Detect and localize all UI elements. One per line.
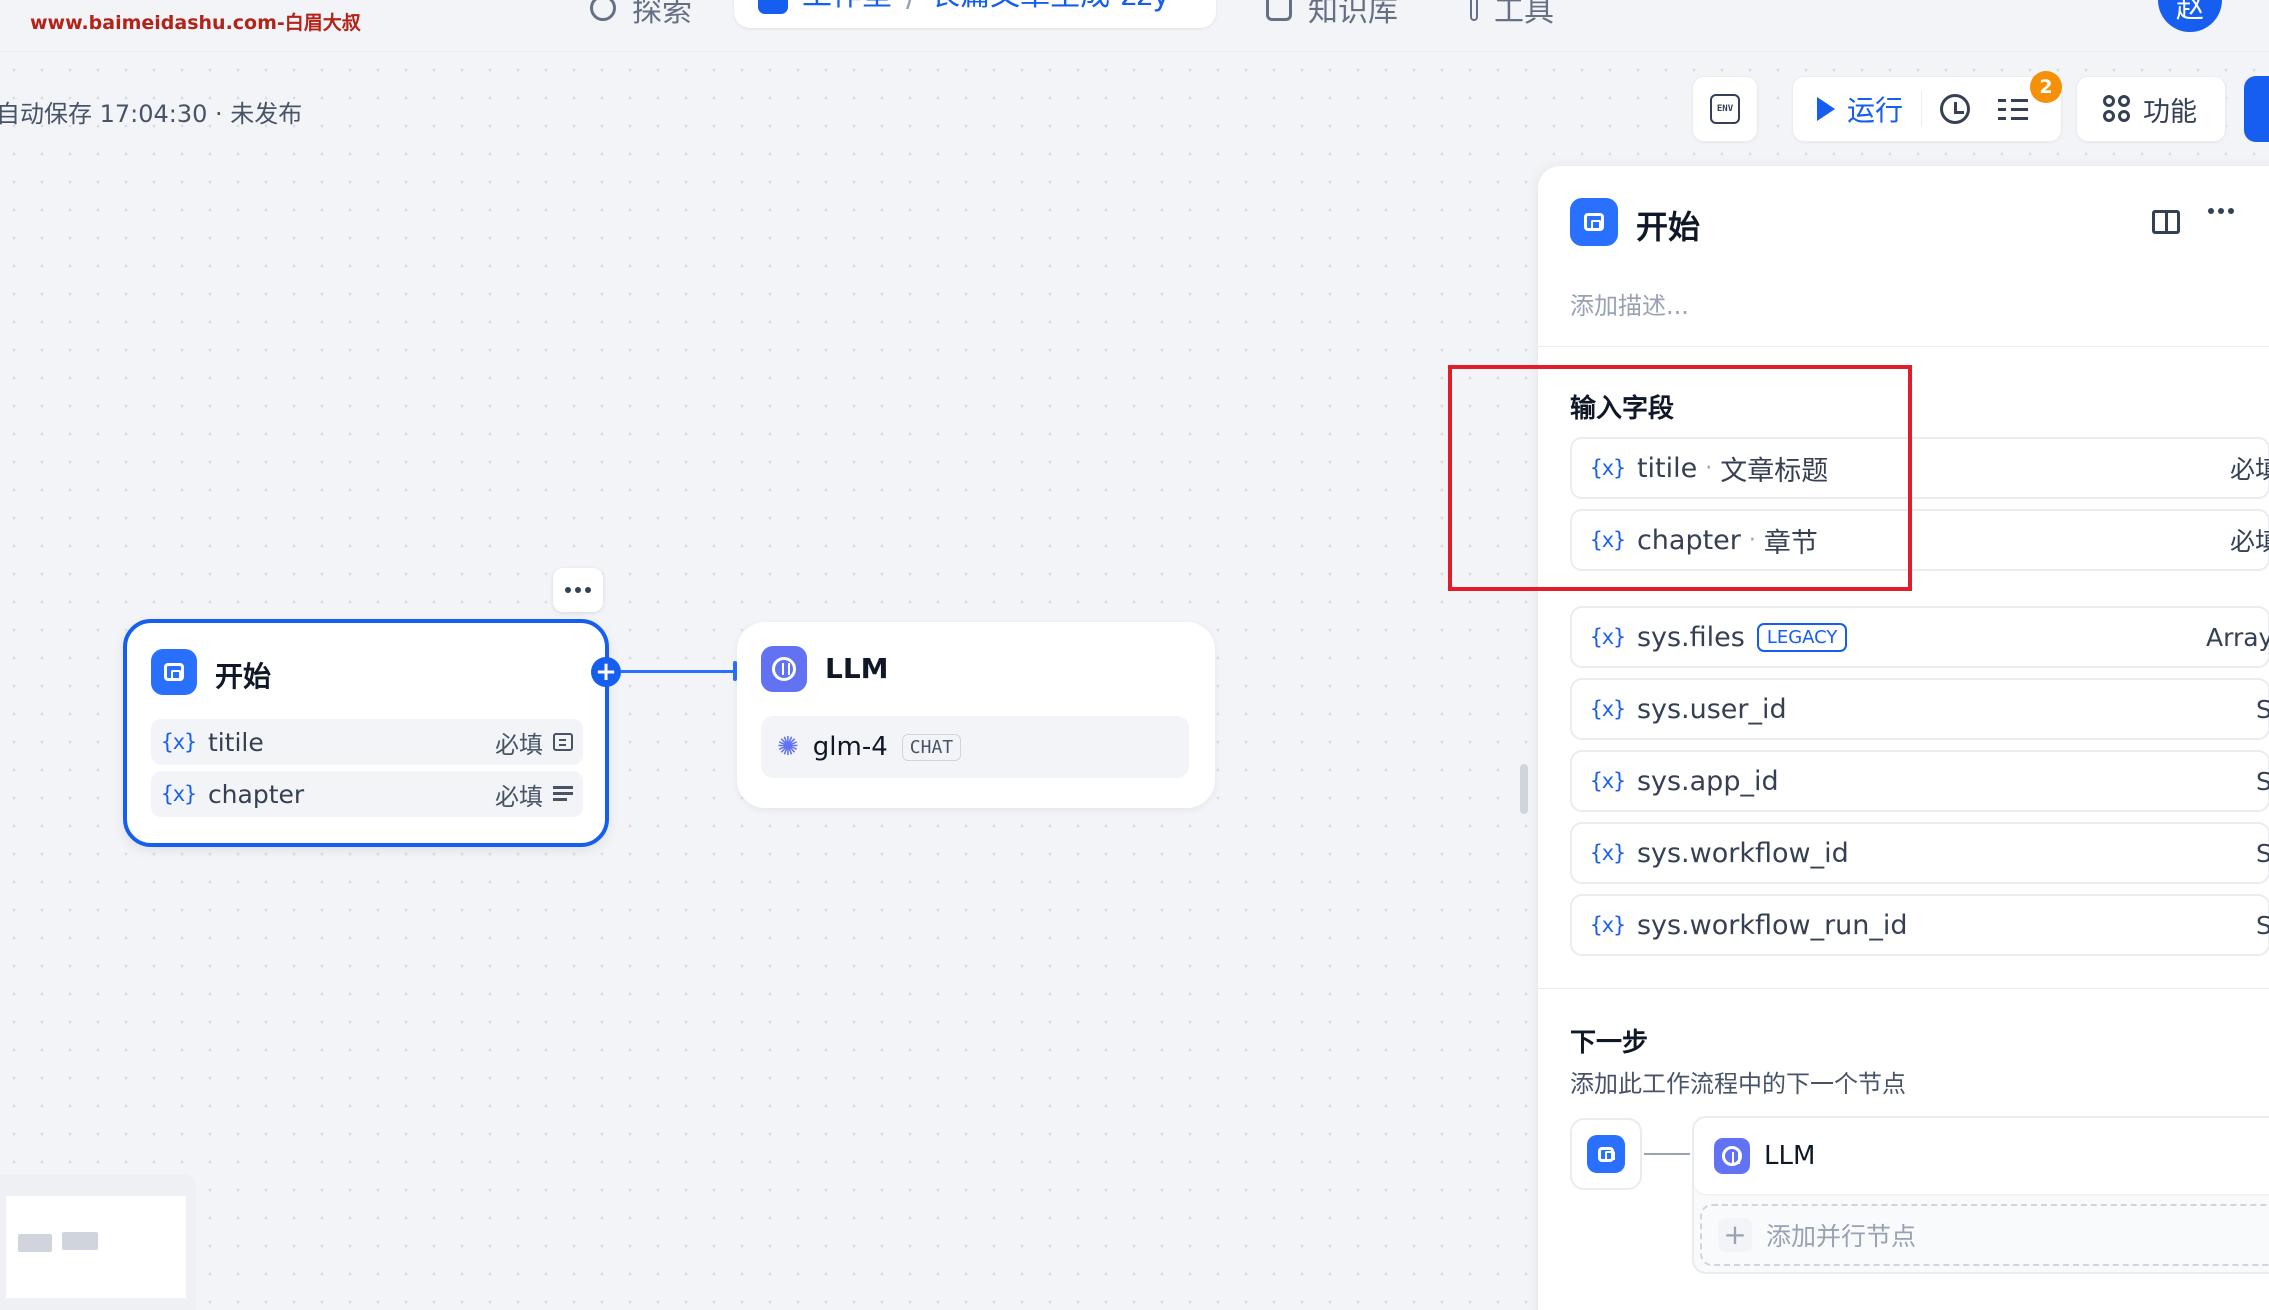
book-stack-icon: [1266, 0, 1292, 21]
nav-explore[interactable]: 探索: [590, 0, 692, 30]
play-icon: [1817, 97, 1835, 121]
nav-tools[interactable]: 工具: [1470, 0, 1554, 30]
required-label: 必填: [2230, 455, 2269, 484]
divider: [1538, 346, 2269, 347]
next-step-connector: [1644, 1153, 1690, 1155]
nav-studio-label: 工作室: [802, 0, 892, 14]
plus-icon: +: [1718, 1218, 1752, 1252]
var-type: String: [2256, 838, 2269, 868]
help-book-icon[interactable]: [2152, 210, 2180, 234]
minimap-node: [62, 1232, 98, 1250]
panel-title: 开始: [1636, 208, 1701, 246]
run-label: 运行: [1847, 94, 1904, 127]
system-var-row: {x} sys.workflow_run_id String: [1570, 894, 2269, 956]
add-parallel-label: 添加并行节点: [1766, 1222, 1917, 1251]
var-type: String: [2256, 766, 2269, 796]
env-button[interactable]: ENV: [1692, 76, 1758, 142]
var-name: sys.workflow_run_id: [1636, 909, 1908, 941]
nav-knowledge[interactable]: 知识库: [1266, 0, 1398, 30]
system-var-row: {x} sys.workflow_id String: [1570, 822, 2269, 884]
app-name: 长篇文章生成-zzy: [930, 0, 1170, 14]
start-node[interactable]: 开始 {x} titile 必填 {x} chapter 必填: [123, 619, 609, 847]
start-node-var-row: {x} chapter 必填: [151, 771, 583, 817]
llm-node-title: LLM: [825, 652, 889, 685]
autosave-status: 自动保存 17:04:30 · 未发布: [0, 100, 303, 128]
next-step-source-node: [1570, 1118, 1642, 1190]
variable-icon: {x}: [1590, 841, 1626, 865]
legacy-tag: LEGACY: [1756, 622, 1848, 652]
run-button[interactable]: 运行: [1813, 89, 1903, 129]
next-step-title: 下一步: [1570, 1028, 1649, 1058]
var-type: Array[File]: [2206, 622, 2269, 652]
next-step-subtitle: 添加此工作流程中的下一个节点: [1570, 1070, 1906, 1098]
llm-icon: [761, 646, 807, 692]
run-toolbar: 运行: [1792, 76, 2062, 142]
required-label: 必填: [495, 782, 543, 811]
panel-resize-handle[interactable]: [1520, 764, 1528, 814]
node-more-button[interactable]: [553, 568, 603, 612]
variable-icon: {x}: [1590, 913, 1626, 937]
watermark-text: www.baimeidashu.com-白眉大叔: [30, 12, 361, 34]
llm-icon: [1714, 1138, 1750, 1174]
env-icon: ENV: [1710, 94, 1740, 124]
text-input-icon: [553, 733, 573, 751]
add-node-handle[interactable]: +: [591, 657, 621, 687]
nav-explore-label: 探索: [632, 0, 692, 29]
required-label: 必填: [2230, 527, 2269, 556]
var-type: String: [2256, 910, 2269, 940]
system-var-row: {x} sys.user_id String: [1570, 678, 2269, 740]
annotation-highlight-box: [1448, 365, 1912, 591]
home-icon: [151, 649, 197, 695]
llm-node[interactable]: LLM: [737, 622, 1215, 808]
panel-more-button[interactable]: [2208, 208, 2234, 214]
add-parallel-node-button[interactable]: + 添加并行节点: [1700, 1204, 2269, 1266]
start-node-var-row: {x} titile 必填: [151, 719, 583, 765]
var-name: sys.app_id: [1636, 765, 1779, 797]
variable-icon: {x}: [1590, 769, 1626, 793]
divider: [1538, 988, 2269, 989]
variable-icon: {x}: [161, 730, 197, 754]
var-name: chapter: [207, 779, 305, 809]
paragraph-icon: [553, 785, 573, 803]
var-name: sys.workflow_id: [1636, 837, 1849, 869]
publish-button[interactable]: [2244, 76, 2269, 142]
features-label: 功能: [2143, 96, 2197, 128]
tool-icon: [1470, 0, 1478, 21]
model-row: ✺ glm-4 CHAT: [761, 716, 1189, 778]
minimap-node: [18, 1234, 52, 1252]
checklist-count-badge: 2: [2030, 71, 2062, 103]
var-name: titile: [207, 727, 264, 757]
checklist-icon[interactable]: [1998, 94, 2029, 124]
var-name: sys.files: [1636, 621, 1745, 653]
features-button[interactable]: 功能: [2076, 76, 2226, 142]
run-history-icon[interactable]: [1940, 94, 1971, 124]
model-mode-tag: CHAT: [901, 733, 962, 761]
next-step-llm-label: LLM: [1764, 1141, 1816, 1171]
description-input[interactable]: 添加描述...: [1570, 286, 1689, 321]
toolbar-divider: [1921, 91, 1923, 127]
nav-knowledge-label: 知识库: [1308, 0, 1398, 29]
required-label: 必填: [495, 730, 543, 759]
var-name: sys.user_id: [1636, 693, 1787, 725]
node-connection-edge: [621, 670, 737, 673]
variable-icon: {x}: [1590, 625, 1626, 649]
home-icon: [1570, 198, 1618, 246]
breadcrumb-separator: /: [906, 0, 916, 14]
model-name: glm-4: [812, 732, 888, 762]
next-step-llm-node[interactable]: LLM: [1694, 1118, 2269, 1194]
nav-tools-label: 工具: [1494, 0, 1554, 29]
var-type: String: [2256, 694, 2269, 724]
system-var-row: {x} sys.files LEGACY Array[File]: [1570, 606, 2269, 668]
studio-icon: [758, 0, 788, 14]
home-icon: [1587, 1135, 1625, 1173]
system-var-row: {x} sys.app_id String: [1570, 750, 2269, 812]
compass-icon: [590, 0, 616, 21]
nav-studio-breadcrumb[interactable]: 工作室 / 长篇文章生成-zzy: [734, 0, 1216, 28]
start-node-title: 开始: [215, 660, 272, 693]
model-provider-icon: ✺: [777, 732, 799, 762]
variable-icon: {x}: [1590, 697, 1626, 721]
features-icon: [2103, 95, 2131, 123]
variable-icon: {x}: [161, 782, 197, 806]
